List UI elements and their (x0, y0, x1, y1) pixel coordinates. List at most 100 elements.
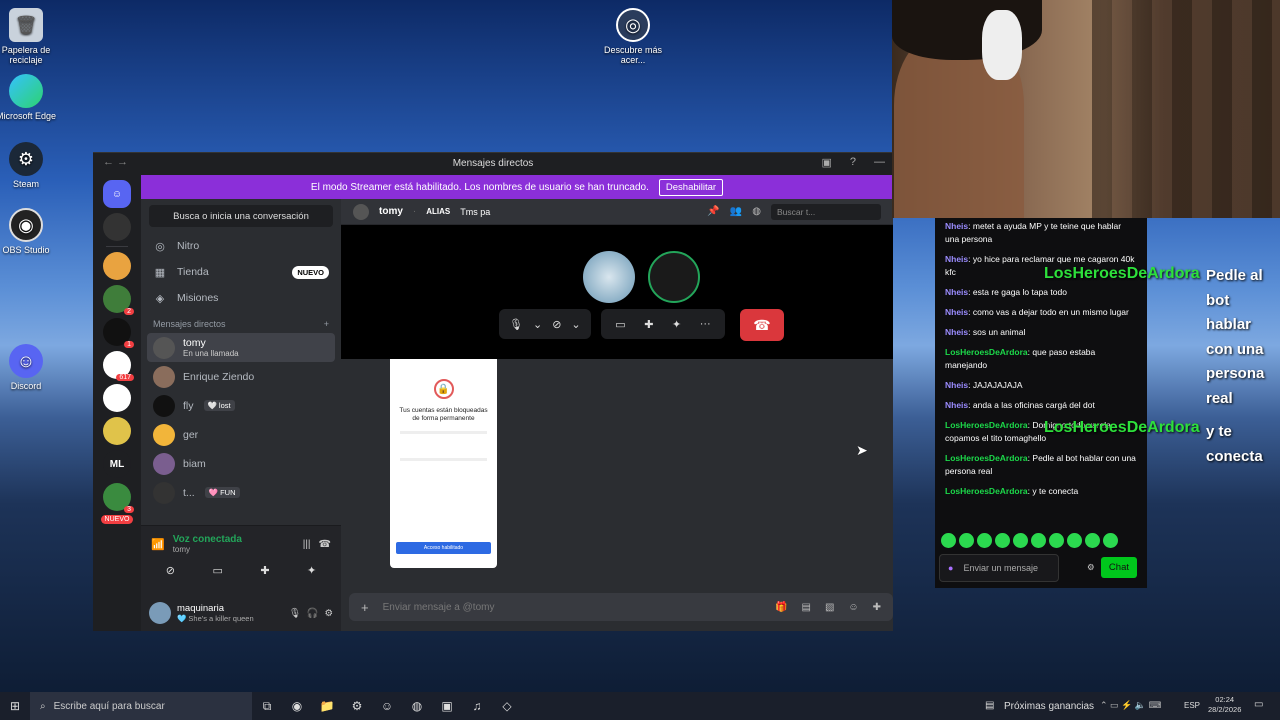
edge-icon[interactable]: ◉ (282, 692, 312, 720)
chat-send-button[interactable]: Chat (1100, 557, 1137, 578)
store-icon[interactable]: ▣ (432, 692, 462, 720)
chevron-down-icon[interactable]: ⌄ (533, 318, 542, 331)
emote-icon[interactable] (1067, 533, 1082, 548)
gear-icon[interactable]: ⚙ (324, 608, 333, 619)
back-forward-icon[interactable]: ← → (103, 156, 128, 168)
task-view-icon[interactable]: ⧉ (252, 692, 282, 720)
dm-search-input[interactable]: Busca o inicia una conversación (149, 205, 333, 227)
server-icon-ml[interactable]: ML (103, 450, 131, 478)
plus-icon[interactable]: + (361, 600, 369, 615)
activities-icon[interactable]: ✚ (260, 564, 269, 577)
dm-item[interactable]: ger (147, 420, 335, 449)
apps-icon[interactable]: ✚ (873, 602, 881, 613)
new-servers-pill[interactable]: NUEVO (101, 515, 133, 524)
microphone-icon[interactable]: 🎙 (289, 608, 301, 619)
nav-quests[interactable]: ◈ Misiones (141, 285, 341, 311)
avatar[interactable] (149, 602, 171, 624)
taskbar-weather[interactable]: Próximas ganancias (1004, 701, 1094, 712)
server-icon[interactable] (103, 213, 131, 241)
server-icon[interactable] (103, 384, 131, 412)
desktop-icon-obs[interactable]: ◉ OBS Studio (0, 208, 58, 255)
server-icon[interactable]: 1 (103, 318, 134, 348)
server-icon[interactable] (103, 252, 131, 280)
cursor-icon: ➤ (856, 442, 868, 458)
video-off-icon[interactable]: ⊘ (166, 564, 175, 577)
desktop-icon-steam[interactable]: ⚙ Steam (0, 142, 58, 189)
activities-icon[interactable]: ✚ (644, 318, 653, 331)
tray-icons[interactable]: ⌃ ▭ ⚡ 🔈 ⌨ (1100, 700, 1161, 711)
channel-search-input[interactable]: Buscar t... (771, 203, 881, 220)
emote-icon[interactable] (959, 533, 974, 548)
noise-suppression-icon[interactable]: ||| (303, 539, 311, 550)
disable-streamer-button[interactable]: Deshabilitar (658, 178, 724, 196)
disconnect-icon[interactable]: ☎ (319, 539, 331, 550)
share-screen-icon[interactable]: ▭ (615, 318, 625, 331)
dm-item[interactable]: t... 🩷 FUN (147, 478, 335, 507)
minimize-icon[interactable]: — (874, 156, 885, 169)
taskbar-clock[interactable]: 02:24 28/2/2026 (1208, 695, 1241, 715)
server-icon[interactable] (103, 417, 131, 445)
soundboard-icon[interactable]: ✦ (307, 564, 316, 577)
emote-icon[interactable] (1013, 533, 1028, 548)
server-icon[interactable]: 617 (103, 351, 134, 381)
share-screen-icon[interactable]: ▭ (212, 564, 222, 577)
chrome-icon[interactable]: ◍ (402, 692, 432, 720)
hang-up-button[interactable]: ☎ (740, 309, 784, 341)
add-friend-icon[interactable]: 👥 (730, 206, 742, 217)
spotify-icon[interactable]: ♫ (462, 692, 492, 720)
dm-item[interactable]: biam (147, 449, 335, 478)
chat-text: como vas a dejar todo en un mismo lugar (972, 307, 1129, 317)
desktop-icon-discord[interactable]: ☺ Discord (0, 344, 58, 391)
desktop-icon-edge[interactable]: Microsoft Edge (0, 74, 58, 121)
chevron-down-icon[interactable]: ⌄ (571, 318, 580, 331)
emote-icon[interactable] (1031, 533, 1046, 548)
mic-controls[interactable]: 🎙 ⌄ ⊘ ⌄ (499, 309, 591, 339)
soundboard-icon[interactable]: ✦ (672, 318, 681, 331)
server-icon[interactable]: 2 (103, 285, 134, 315)
file-explorer-icon[interactable]: 📁 (312, 692, 342, 720)
app-icon[interactable]: ◇ (492, 692, 522, 720)
chat-user: Nheis (945, 327, 969, 337)
home-button[interactable]: ☺ (103, 180, 131, 208)
taskbar-search[interactable]: ⌕ Escribe aquí para buscar (30, 692, 252, 720)
server-icon[interactable]: 3 (103, 483, 134, 513)
microphone-icon[interactable]: 🎙 (509, 318, 523, 331)
nav-nitro[interactable]: ◎ Nitro (141, 233, 341, 259)
profile-icon[interactable]: ◍ (752, 206, 761, 217)
emote-icon[interactable] (1085, 533, 1100, 548)
gif-icon[interactable]: ▤ (801, 602, 810, 613)
more-icon[interactable]: ··· (700, 318, 711, 330)
steam-icon[interactable]: ⚙ (342, 692, 372, 720)
help-icon[interactable]: ? (850, 156, 856, 169)
emote-icon[interactable] (941, 533, 956, 548)
sticker-icon[interactable]: ▧ (825, 602, 834, 613)
emote-icon[interactable] (995, 533, 1010, 548)
pin-icon[interactable]: 📌 (707, 206, 719, 217)
emoji-icon[interactable]: ☺ (848, 602, 858, 613)
gift-icon[interactable]: 🎁 (775, 602, 787, 613)
nav-label: Nitro (177, 240, 200, 252)
chat-message: LosHeroesDeArdora: Pedle al bot hablar c… (945, 453, 1136, 476)
discord-icon[interactable]: ☺ (372, 692, 402, 720)
add-dm-icon[interactable]: + (324, 319, 329, 329)
taskbar-language[interactable]: ESP (1184, 701, 1200, 710)
dm-item[interactable]: Enrique Ziendo (147, 362, 335, 391)
camera-off-icon[interactable]: ⊘ (552, 318, 561, 331)
emote-icon[interactable] (1049, 533, 1064, 548)
dm-item[interactable]: fly 🤍 lost (147, 391, 335, 420)
gear-icon[interactable]: ⚙ (1087, 562, 1095, 573)
desktop-icon-acer[interactable]: ◎ Descubre más acer... (601, 8, 665, 65)
desktop-icon-recycle-bin[interactable]: 🗑 Papelera de reciclaje (0, 8, 58, 65)
notification-icon[interactable]: ▭ (1254, 699, 1263, 710)
windows-start-icon[interactable]: ⊞ (10, 699, 20, 713)
emote-icon[interactable] (1103, 533, 1118, 548)
message-input[interactable]: + Enviar mensaje a @tomy 🎁 ▤ ▧ ☺ ✚ (349, 593, 893, 621)
nav-shop[interactable]: ▦ Tienda NUEVO (141, 259, 341, 285)
emote-icon[interactable] (977, 533, 992, 548)
dm-item-tomy[interactable]: tomy En una llamada (147, 333, 335, 362)
headphones-icon[interactable]: 🎧 (307, 608, 319, 619)
chat-input[interactable]: ● Enviar un mensaje (939, 554, 1059, 582)
streamer-mode-banner: El modo Streamer está habilitado. Los no… (141, 175, 893, 199)
mic-icon[interactable]: ● (948, 563, 953, 573)
inbox-icon[interactable]: ▣ (821, 156, 831, 169)
